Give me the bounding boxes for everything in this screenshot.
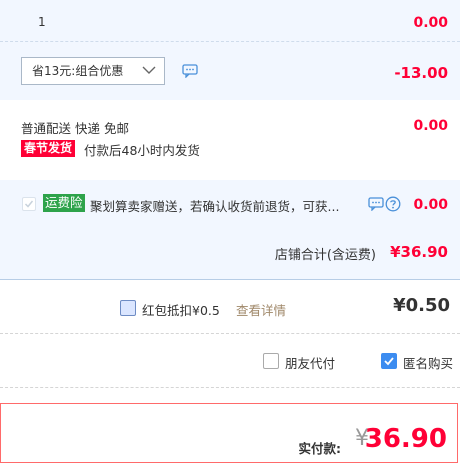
item-row: 1 0.00: [0, 0, 460, 42]
check-icon: [24, 200, 34, 208]
shop-total-amount: ¥36.90: [390, 243, 448, 261]
check-icon: [384, 357, 394, 366]
shop-total-row: 店铺合计(含运费) ¥36.90: [0, 228, 460, 280]
options-row: 朋友代付 匿名购买: [0, 334, 460, 388]
chevron-down-icon: [142, 66, 156, 74]
spring-festival-tag: 春节发货: [21, 140, 76, 157]
anonymous-label: 匿名购买: [403, 356, 454, 371]
discount-amount: -13.00: [394, 64, 448, 82]
red-envelope-checkbox[interactable]: [120, 300, 136, 316]
friend-pay-label: 朋友代付: [285, 356, 336, 371]
red-envelope-amount: ¥0.50: [393, 295, 450, 316]
payment-total: 36.90: [364, 424, 447, 454]
help-icon[interactable]: [385, 196, 401, 212]
friend-pay-checkbox[interactable]: [263, 353, 279, 369]
payment-summary: 实付款: ¥ 36.90: [0, 403, 458, 463]
delivery-method: 普通配送 快递 免邮: [21, 121, 129, 136]
shop-total-label: 店铺合计(含运费): [274, 248, 376, 263]
view-details-link[interactable]: 查看详情: [236, 300, 286, 319]
anonymous-checkbox[interactable]: [381, 353, 397, 369]
red-envelope-row: 红包抵扣¥0.5 查看详情 ¥0.50: [0, 280, 460, 334]
insurance-description: 聚划算卖家赠送，若确认收货前退货，可获...: [90, 199, 340, 214]
item-amount: 0.00: [413, 15, 448, 31]
insurance-amount: 0.00: [413, 197, 448, 213]
discount-row: 省13元:组合优惠 -13.00: [0, 42, 460, 100]
insurance-checkbox: [22, 197, 36, 211]
insurance-tag: 运费险: [43, 194, 85, 212]
delivery-note: 付款后48小时内发货: [84, 143, 200, 158]
delivery-row: 普通配送 快递 免邮 0.00 春节发货 付款后48小时内发货: [0, 100, 460, 180]
item-quantity: 1: [38, 15, 46, 29]
insurance-row: 运费险 聚划算卖家赠送，若确认收货前退货，可获... 0.00: [0, 180, 460, 228]
discount-select-value: 省13元:组合优惠: [32, 64, 124, 78]
message-icon[interactable]: [182, 64, 198, 78]
delivery-amount: 0.00: [413, 118, 448, 134]
payment-label: 实付款:: [298, 441, 342, 456]
red-envelope-label: 红包抵扣¥0.5: [142, 303, 220, 318]
discount-select[interactable]: 省13元:组合优惠: [21, 57, 165, 85]
message-icon[interactable]: [368, 197, 384, 211]
